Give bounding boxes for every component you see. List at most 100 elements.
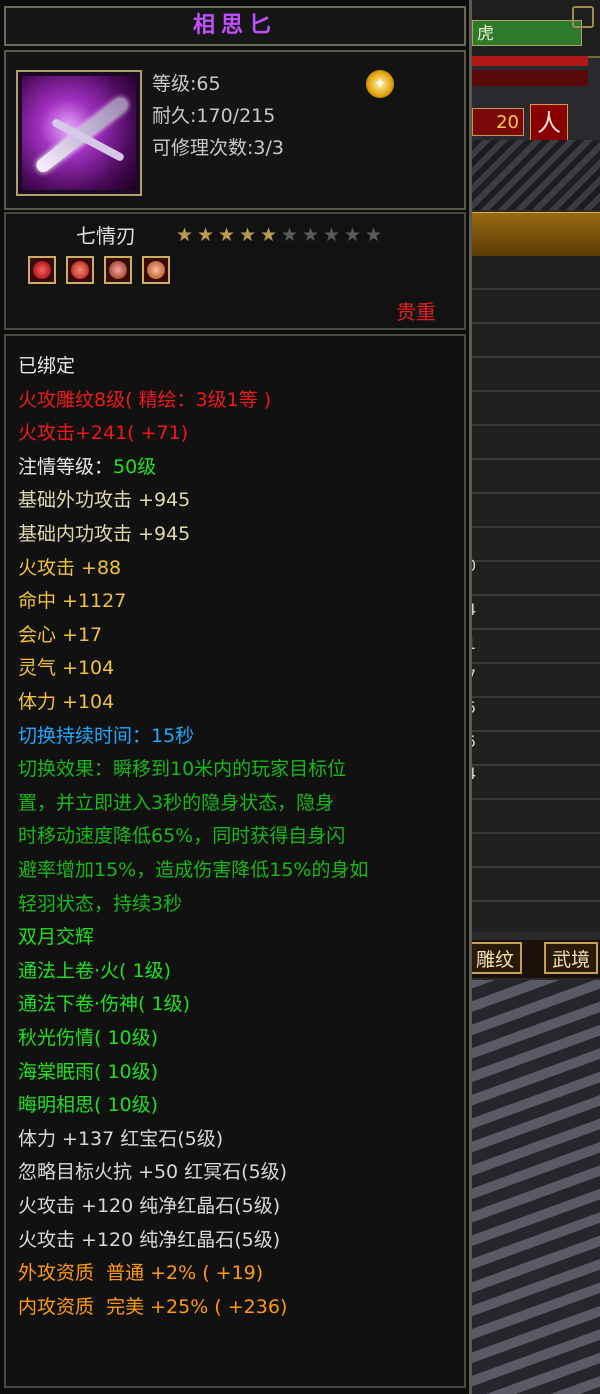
item-repair-count: 可修理次数:3/3 [152,137,284,159]
attribute-line: 注情等级：50级 [18,451,156,484]
gem-slot-icon[interactable] [66,256,94,284]
attribute-line: 会心 +17 [18,619,102,652]
item-attributes: 已绑定火攻雕纹8级( 精绘：3级1等 ) 火攻击+241( +71) 注情等级：50… [4,334,466,1388]
tab-carving[interactable]: 雕纹 [468,942,523,974]
attribute-line: 内攻资质 完美 +25% ( +236) [18,1291,287,1324]
gem-slot-icon[interactable] [28,256,56,284]
star-icon: ★ [175,224,194,246]
attribute-line: 火攻雕纹8级( 精绘：3级1等 ) [18,384,271,417]
target-name-bar[interactable]: 虎 [472,20,582,46]
attribute-text: 海棠眠雨( 10级) [18,1060,159,1083]
attribute-text: 注情等级： [18,455,114,478]
faction-icon[interactable]: 人 [530,104,568,142]
attribute-value: 50级 [113,455,157,478]
star-icon: ★ [322,224,341,246]
star-icon: ★ [217,224,236,246]
attribute-line: 火攻击+241( +71) [18,417,188,450]
attribute-text: 切换持续时间：15秒 [18,724,195,747]
scene-tabs: 雕纹 武境 [466,940,600,978]
star-icon: ★ [259,224,278,246]
star-icon: ★ [196,224,215,246]
attribute-line: 火攻击 +88 [18,552,121,585]
attribute-line: 体力 +104 [18,686,114,719]
panel-header-bar [466,212,600,258]
attribute-line: 晦明相思( 10级) [18,1089,158,1122]
attribute-text: 火攻雕纹8级( 精绘：3级1等 ) [18,388,272,411]
item-level: 等级:65 [152,73,221,95]
attribute-line: 通法上卷·火( 1级) [18,955,171,988]
attribute-line: 基础外功攻击 +945 [18,484,190,517]
star-icon: ★ [364,224,383,246]
attribute-text: 内攻资质 完美 +25% ( +236) [18,1295,288,1318]
attribute-line: 外攻资质 普通 +2% ( +19) [18,1257,263,1290]
attribute-text: 体力 +137 红宝石(5级) [18,1127,224,1150]
gem-slot-icon[interactable] [142,256,170,284]
attribute-text: 体力 +104 [18,691,115,713]
tab-wujing[interactable]: 武境 [544,942,599,974]
attribute-text: 会心 +17 [18,623,103,646]
attribute-text: 忽略目标火抗 +50 红冥石(5级) [18,1161,288,1184]
item-subheader: 七情刃 ★ ★ ★ ★ ★ ★ ★ ★ ★ ★ 贵重 [4,212,466,330]
attribute-line: 灵气 +104 [18,652,114,685]
gold-seal-icon: ✦ [366,70,394,98]
gem-slot-icon[interactable] [104,256,132,284]
attribute-line: 秋光伤情( 10级) [18,1022,158,1055]
star-rating: ★ ★ ★ ★ ★ ★ ★ ★ ★ ★ [174,224,384,246]
attribute-text: 时移动速度降低65%，同时获得自身闪 [18,825,346,848]
attribute-line: 命中 +1127 [18,585,126,618]
item-header: 等级:65 耐久:170/215 可修理次数:3/3 ✦ [4,50,466,210]
attribute-text: 基础外功攻击 +945 [18,489,191,512]
weapon-icon [16,70,142,196]
attribute-text: 火攻击 +120 纯净红晶石(5级) [18,1195,281,1217]
attribute-text: 灵气 +104 [18,657,115,680]
tooltip-titlebar: 相思匕 [4,6,466,46]
floor-texture [466,980,600,1394]
item-tooltip: 相思匕 等级:65 耐久:170/215 可修理次数:3/3 ✦ 七情刃 ★ ★ ★… [0,0,472,1394]
attribute-text: 通法下卷·伤神( 1级) [18,993,190,1016]
attribute-line: 切换效果：瞬移到10米内的玩家目标位 [18,753,346,786]
star-icon: ★ [343,224,362,246]
attribute-text: 切换效果：瞬移到10米内的玩家目标位 [18,758,347,781]
attribute-line: 火攻击 +120 纯净红晶石(5级) [18,1224,280,1257]
attribute-line: 轻羽状态，持续3秒 [18,888,182,921]
attribute-text: 基础内功攻击 +945 [18,523,191,545]
attribute-line: 切换持续时间：15秒 [18,720,194,753]
attribute-line: 海棠眠雨( 10级) [18,1056,158,1089]
frame-ornament-icon [572,6,594,28]
roof-texture [466,140,600,210]
attribute-text: 火攻击+241( +71) [18,422,189,445]
attribute-text: 命中 +1127 [18,590,127,613]
attribute-text: 秋光伤情( 10级) [18,1027,159,1049]
attribute-text: 火攻击 +88 [18,556,122,579]
target-mana-bar [472,70,588,86]
attribute-text: 避率增加15%，造成伤害降低15%的身如 [18,859,369,881]
attribute-line: 已绑定 [18,350,75,383]
attribute-text: 通法上卷·火( 1级) [18,959,171,982]
attribute-line: 双月交辉 [18,921,94,954]
rarity-label: 贵重 [396,300,436,324]
attribute-line: 忽略目标火抗 +50 红冥石(5级) [18,1156,287,1189]
star-icon: ★ [280,224,299,246]
item-title: 相思匕 [192,13,277,38]
attribute-rows: 0 4 1 7 5 5 4 [466,256,600,932]
target-health-bar [472,56,588,66]
attribute-line: 基础内功攻击 +945 [18,518,190,551]
star-icon: ★ [238,224,257,246]
game-scene-background: 虎 20 人 0 4 1 7 5 5 4 雕纹 武境 [466,0,600,1394]
star-icon: ★ [301,224,320,246]
attribute-text: 晦明相思( 10级) [18,1094,159,1117]
attribute-text: 轻羽状态，持续3秒 [18,892,183,915]
attribute-line: 避率增加15%，造成伤害降低15%的身如 [18,854,368,887]
item-subname: 七情刃 [76,224,136,248]
attribute-line: 体力 +137 红宝石(5级) [18,1123,223,1156]
target-frame: 虎 [466,0,600,58]
attribute-text: 火攻击 +120 纯净红晶石(5级) [18,1228,281,1251]
attribute-line: 时移动速度降低65%，同时获得自身闪 [18,820,345,853]
item-durability: 耐久:170/215 [152,105,276,127]
attribute-line: 火攻击 +120 纯净红晶石(5级) [18,1190,280,1223]
attribute-text: 已绑定 [18,355,76,377]
attribute-line: 通法下卷·伤神( 1级) [18,988,190,1021]
attribute-line: 置，并立即进入3秒的隐身状态，隐身 [18,787,334,820]
attribute-text: 置，并立即进入3秒的隐身状态，隐身 [18,791,335,814]
attribute-text: 双月交辉 [18,926,95,949]
